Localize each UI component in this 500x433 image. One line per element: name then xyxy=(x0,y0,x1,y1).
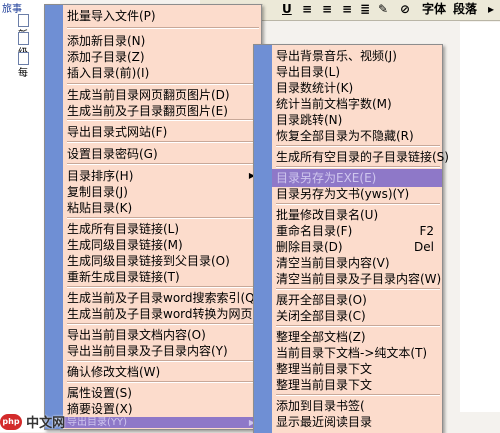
menu-separator xyxy=(67,141,259,143)
watermark: php 中文网 xyxy=(0,412,65,432)
menu-item-recent[interactable]: 显示最近阅读目录 xyxy=(272,415,378,429)
tree-node[interactable]: 新 xyxy=(18,14,34,41)
menu-item-clear-sub-content[interactable]: 清空当前目录及子目录内容(W) xyxy=(272,270,442,288)
menu-item-tidy-current-b[interactable]: 整理当前目录下文 xyxy=(272,376,378,394)
menu-separator xyxy=(67,163,259,165)
menu-item-gen-sub-page-images[interactable]: 生成当前及子目录翻页图片(E) xyxy=(63,102,261,120)
php-logo: php xyxy=(0,413,22,430)
menu-separator xyxy=(276,166,440,168)
tree-node[interactable]: 级 xyxy=(18,32,34,59)
menu-item-save-as-yws[interactable]: 目录另存为文书(yws)(Y) xyxy=(272,185,442,203)
align-left-icon[interactable]: ≡ xyxy=(302,1,312,18)
document-editor[interactable] xyxy=(460,22,500,412)
justify-icon[interactable]: ≣ xyxy=(360,1,370,18)
menu-item-summary[interactable]: 摘要设置(X) xyxy=(63,400,261,418)
brush-icon[interactable]: ✎ xyxy=(378,1,388,18)
document-icon xyxy=(18,14,29,27)
menu-separator xyxy=(67,286,259,288)
tree-node[interactable]: 每 xyxy=(18,52,34,79)
menu-strip xyxy=(45,5,63,429)
submenu: 导出背景音乐、视频(J) 导出目录(L) 目录数统计(K) 统计当前文档字数(M… xyxy=(253,44,449,433)
menu-item-regen-links[interactable]: 重新生成目录链接(T) xyxy=(63,268,261,286)
context-menu: 批量导入文件(P) 添加新目录(N) 添加子目录(Z) 插入目录(前)(I) 生… xyxy=(44,4,270,430)
underline-button[interactable]: U xyxy=(282,1,292,18)
menu-separator xyxy=(276,325,440,327)
menu-separator xyxy=(67,381,259,383)
align-right-icon[interactable]: ≡ xyxy=(342,1,352,18)
menu-separator xyxy=(67,323,259,325)
font-color-icon[interactable]: ⊘ xyxy=(400,1,410,18)
menu-separator xyxy=(276,288,440,290)
menu-separator xyxy=(276,145,440,147)
document-icon xyxy=(18,52,29,65)
menu-item-export-directory[interactable]: 导出目录(YY) ▶ xyxy=(63,417,261,428)
menu-item-paste[interactable]: 粘贴目录(K) xyxy=(63,199,261,217)
menu-item-add-bookmark[interactable]: 添加到目录书签( xyxy=(272,397,378,415)
menu-item-confirm-edit[interactable]: 确认修改文档(W) xyxy=(63,363,261,381)
menu-item-insert-directory[interactable]: 插入目录(前)(I) xyxy=(63,64,261,82)
menu-separator xyxy=(67,119,259,121)
menu-item-unhide-all[interactable]: 恢复全部目录为不隐藏(R) xyxy=(272,127,442,145)
menu-separator xyxy=(67,27,259,29)
menu-item-collapse-all[interactable]: 关闭全部目录(C) xyxy=(272,307,442,325)
menu-item-word-to-webpage[interactable]: 生成当前及子目录word转换为网页(R) xyxy=(63,305,270,323)
paragraph-button[interactable]: 段落 xyxy=(453,1,477,18)
menu-item-export-sub-content[interactable]: 导出当前目录及子目录内容(Y) xyxy=(63,342,261,360)
tree-root[interactable]: 旅事 xyxy=(2,0,22,15)
align-center-icon[interactable]: ≡ xyxy=(322,1,332,18)
menu-item-export-website[interactable]: 导出目录式网站(F) xyxy=(63,123,261,141)
menu-separator xyxy=(67,83,259,85)
menu-item-set-password[interactable]: 设置目录密码(G) xyxy=(63,145,261,163)
menu-separator xyxy=(67,360,259,362)
document-icon xyxy=(18,32,29,45)
watermark-text: 中文网 xyxy=(26,416,66,431)
menu-item-gen-empty-links[interactable]: 生成所有空目录的子目录链接(S) xyxy=(272,148,449,166)
menu-separator xyxy=(276,394,440,396)
menu-item-batch-import[interactable]: 批量导入文件(P) xyxy=(63,7,261,25)
menu-separator xyxy=(276,203,440,205)
menu-strip xyxy=(254,45,272,433)
font-button[interactable]: 字体 xyxy=(422,1,446,18)
menu-separator xyxy=(67,217,259,219)
more-icon[interactable]: ▸ xyxy=(488,1,494,18)
